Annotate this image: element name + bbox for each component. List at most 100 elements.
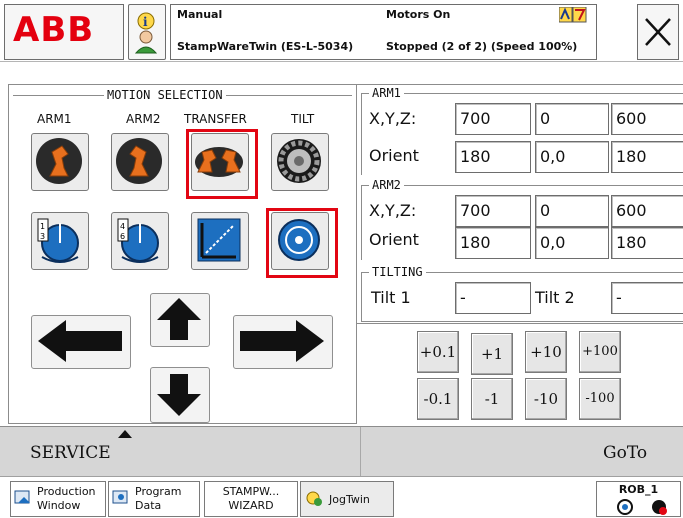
top-bar: ABB i Manual StampWareTwin (ES-L-5034) M… (0, 0, 683, 62)
tilting-group-title: TILTING (369, 265, 426, 279)
task-program-line1: Program (135, 485, 182, 498)
arm1-group-title: ARM1 (369, 86, 404, 100)
tilt-select-button[interactable] (271, 133, 329, 191)
arm2-select-button[interactable] (111, 133, 169, 191)
user-info-icon: i (134, 12, 158, 54)
arm1-select-button[interactable] (31, 133, 89, 191)
jog-up-button[interactable] (150, 293, 210, 347)
close-button[interactable] (637, 4, 679, 60)
jog-left-button[interactable] (31, 315, 131, 369)
taskbar: Production Window Program Data STAMPW...… (0, 476, 683, 518)
arrow-up-icon (157, 298, 201, 340)
step-minus-100-button[interactable]: -100 (579, 378, 621, 420)
step-minus-0-1-button[interactable]: -0.1 (417, 378, 459, 420)
tilt2-label: Tilt 2 (535, 288, 575, 307)
step-plus-0-1-button[interactable]: +0.1 (417, 331, 459, 373)
program-data-icon (112, 490, 128, 504)
axes-1-3-button[interactable]: 1 3 (31, 212, 89, 270)
tilt1-label: Tilt 1 (371, 288, 411, 307)
task-program-data[interactable]: Program Data (108, 481, 200, 517)
arm2-x-field[interactable]: 700 (455, 195, 531, 227)
abb-menu-button[interactable]: ABB (4, 4, 124, 60)
goto-label: GoTo (603, 443, 648, 463)
task-program-line2: Data (135, 499, 162, 512)
caret-up-icon (118, 430, 132, 438)
arrow-right-icon (240, 320, 324, 362)
linear-motion-icon (197, 218, 241, 262)
task-production-window[interactable]: Production Window (10, 481, 106, 517)
speed-indicator-icon (559, 7, 587, 23)
increment-group (357, 323, 683, 425)
arm1-x-field[interactable]: 700 (455, 103, 531, 135)
task-stamp-line2: WIZARD (228, 499, 274, 512)
jog-twin-icon (306, 491, 322, 506)
axis-1-3-icon: 1 3 (37, 218, 79, 263)
service-menu-button[interactable]: SERVICE (0, 427, 360, 477)
task-production-line1: Production (37, 485, 96, 498)
motors-status-text: Motors On (386, 8, 451, 21)
arm2-orient-label: Orient (369, 230, 419, 249)
arm1-orient-ry-field[interactable]: 0,0 (535, 141, 609, 173)
svg-text:i: i (143, 15, 148, 29)
arm2-orient-ry-field[interactable]: 0,0 (535, 227, 609, 259)
arm1-orient-label: Orient (369, 146, 419, 165)
arm2-z-field[interactable]: 600 (611, 195, 683, 227)
arrow-left-icon (38, 320, 122, 362)
robot-arm-icon (36, 138, 82, 184)
arm1-y-field[interactable]: 0 (535, 103, 609, 135)
service-label: SERVICE (30, 443, 111, 463)
transfer-select-button[interactable] (191, 133, 249, 191)
task-stamp-line1: STAMPW... (222, 485, 280, 498)
tilt2-field[interactable]: - (611, 282, 683, 314)
col-header-tilt: TILT (291, 112, 315, 126)
axes-4-6-button[interactable]: 4 6 (111, 212, 169, 270)
task-jogtwin[interactable]: JogTwin (300, 481, 394, 517)
arm2-xyz-label: X,Y,Z: (369, 201, 417, 220)
goto-button[interactable]: GoTo (360, 427, 683, 477)
linear-motion-button[interactable] (191, 212, 249, 270)
svg-text:4: 4 (120, 222, 125, 231)
motion-panel: MOTION SELECTION ARM1 ARM2 TRANSFER TILT (8, 84, 357, 424)
status-panel[interactable]: Manual StampWareTwin (ES-L-5034) Motors … (170, 4, 597, 60)
task-stampware-wizard[interactable]: STAMPW... WIZARD (204, 481, 298, 517)
robot-arm-icon (116, 138, 162, 184)
col-header-arm2: ARM2 (126, 112, 161, 126)
arm1-z-field[interactable]: 600 (611, 103, 683, 135)
gear-icon (277, 139, 321, 183)
coordinates-panel: ARM1 X,Y,Z: 700 0 600 Orient 180 0,0 180… (357, 84, 683, 424)
arrow-down-icon (157, 374, 201, 416)
status-info-button[interactable]: i (128, 4, 166, 60)
motion-selection-title: MOTION SELECTION (104, 88, 226, 102)
svg-text:3: 3 (40, 232, 45, 241)
robot-unit-label: ROB_1 (618, 483, 659, 496)
step-minus-1-button[interactable]: -1 (471, 378, 513, 420)
axis-4-6-icon: 4 6 (117, 218, 159, 263)
jog-mode-icon (617, 499, 667, 515)
reorient-icon (278, 219, 320, 261)
system-name-text: StampWareTwin (ES-L-5034) (177, 40, 354, 53)
close-icon (645, 18, 671, 46)
svg-text:6: 6 (120, 232, 125, 241)
arm1-xyz-label: X,Y,Z: (369, 109, 417, 128)
production-window-icon (14, 490, 30, 504)
col-header-transfer: TRANSFER (184, 112, 247, 126)
twin-robot-icon (195, 147, 243, 177)
arm2-orient-rx-field[interactable]: 180 (455, 227, 531, 259)
arm2-orient-rz-field[interactable]: 180 (611, 227, 683, 259)
bottom-command-bar: SERVICE GoTo (0, 426, 683, 477)
mode-text: Manual (177, 8, 223, 21)
step-plus-100-button[interactable]: +100 (579, 331, 621, 373)
step-minus-10-button[interactable]: -10 (525, 378, 567, 420)
arm1-orient-rx-field[interactable]: 180 (455, 141, 531, 173)
tilt1-field[interactable]: - (455, 282, 531, 314)
arm1-orient-rz-field[interactable]: 180 (611, 141, 683, 173)
reorient-button[interactable] (271, 212, 329, 270)
jog-right-button[interactable] (233, 315, 333, 369)
task-production-line2: Window (37, 499, 81, 512)
step-plus-1-button[interactable]: +1 (471, 333, 513, 375)
arm2-y-field[interactable]: 0 (535, 195, 609, 227)
step-plus-10-button[interactable]: +10 (525, 331, 567, 373)
jog-down-button[interactable] (150, 367, 210, 423)
col-header-arm1: ARM1 (37, 112, 72, 126)
robot-unit-button[interactable]: ROB_1 (596, 481, 681, 517)
